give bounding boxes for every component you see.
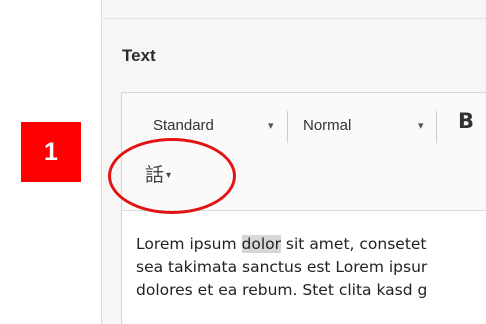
editor-content-area[interactable]: Lorem ipsum dolor sit amet, consetet sea… [136,233,486,302]
highlighted-word: dolor [241,235,281,253]
step-number-badge: 1 [21,122,81,182]
font-size-value: Normal [303,117,352,134]
screenshot-canvas: Text Standard ▾ Normal ▾ B 話 ▾ Lorem ipsu… [0,0,486,324]
bold-button[interactable]: B [458,109,474,133]
toolbar-separator [436,111,437,143]
paragraph-style-dropdown[interactable]: Standard ▾ [153,113,281,139]
chevron-down-icon: ▾ [418,120,424,132]
content-line: Lorem ipsum dolor sit amet, consetet [136,235,427,253]
content-line: sea takimata sanctus est Lorem ipsur [136,258,428,276]
highlight-ring [108,138,236,214]
paragraph-style-value: Standard [153,117,214,134]
toolbar-separator [287,111,288,143]
text-field-label: Text [122,46,156,65]
content-line: dolores et ea rebum. Stet clita kasd g [136,281,428,299]
panel-divider [101,18,486,19]
chevron-down-icon: ▾ [268,120,274,132]
font-size-dropdown[interactable]: Normal ▾ [303,113,431,139]
